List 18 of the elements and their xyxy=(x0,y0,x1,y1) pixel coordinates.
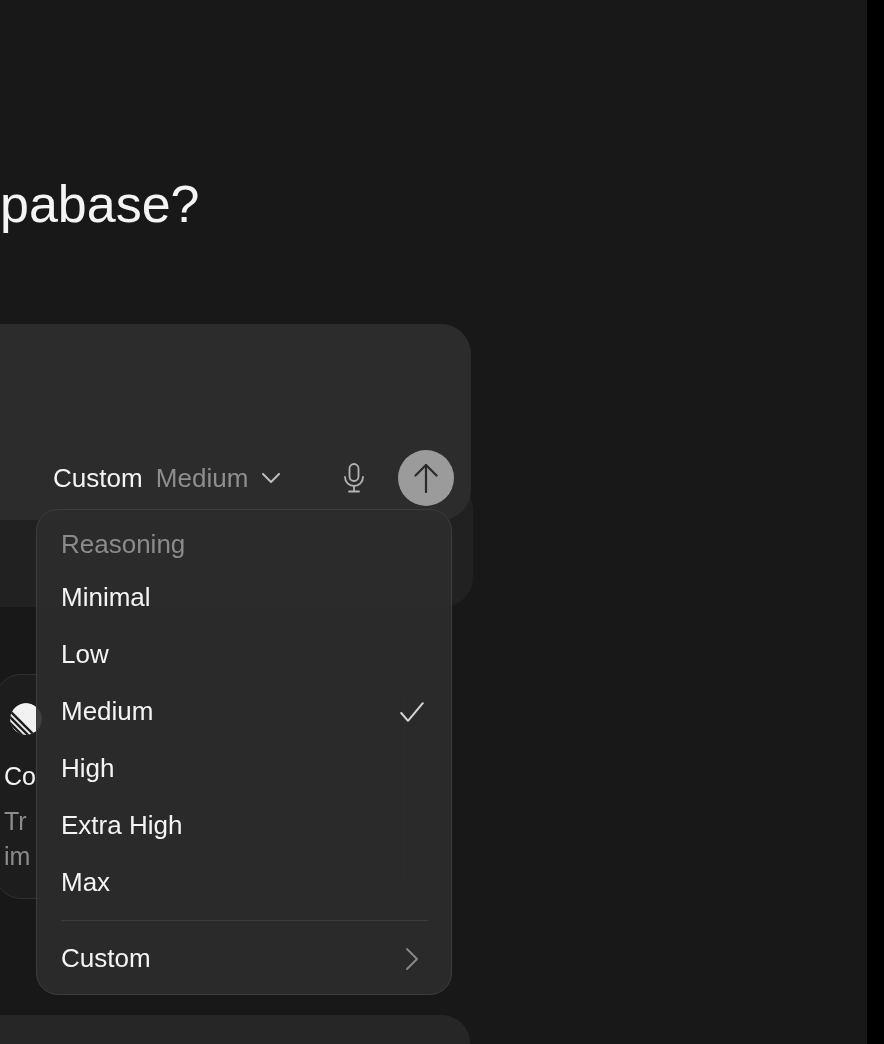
chevron-right-icon xyxy=(406,947,418,970)
microphone-icon xyxy=(343,463,365,493)
microphone-button[interactable] xyxy=(343,463,365,493)
reasoning-picker-button[interactable]: Custom Medium xyxy=(53,462,281,494)
message-composer[interactable]: Custom Medium xyxy=(0,324,471,520)
menu-item[interactable]: Low xyxy=(37,626,451,683)
menu-header: Reasoning xyxy=(60,528,187,561)
card-title: Co xyxy=(4,761,35,792)
chevron-down-icon xyxy=(262,473,281,484)
arrow-up-icon xyxy=(414,463,438,493)
menu-item[interactable]: Max xyxy=(37,854,451,911)
menu-item[interactable]: Extra High xyxy=(37,797,451,854)
menu-item[interactable]: Minimal xyxy=(37,569,451,626)
menu-item[interactable]: Medium xyxy=(37,683,451,740)
menu-item[interactable]: High xyxy=(37,740,451,797)
menu-item[interactable]: Custom xyxy=(37,930,451,987)
card-description: Tr im xyxy=(4,806,32,872)
page-heading: pabase? xyxy=(0,174,200,235)
